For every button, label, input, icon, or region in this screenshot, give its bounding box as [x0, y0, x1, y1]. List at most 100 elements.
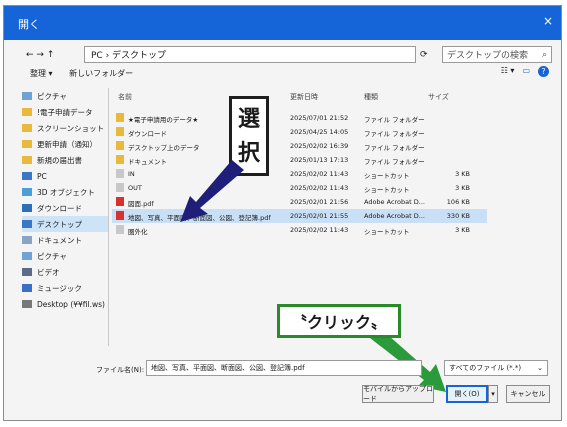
address-path: PC › デスクトップ: [91, 51, 167, 61]
nav-item[interactable]: ダウンロード: [22, 200, 108, 216]
column-header-type[interactable]: 種類: [364, 92, 378, 102]
column-header-size[interactable]: サイズ: [428, 92, 449, 102]
open-button[interactable]: 開く(O): [446, 385, 488, 403]
view-options-icon[interactable]: ☷ ▾: [501, 66, 515, 77]
forward-icon[interactable]: →: [36, 50, 44, 60]
shortcut-icon: [116, 225, 124, 234]
file-size: 106 KB: [446, 198, 470, 206]
documents-icon: [22, 236, 32, 244]
upload-from-mobile-button[interactable]: モバイルからアップロード: [362, 385, 434, 403]
click-annotation-text: 〝クリック〟: [290, 313, 387, 332]
file-row[interactable]: 地図、写真、平面図、断面図、公図、登記簿.pdf 2025/02/01 21:55…: [112, 209, 487, 223]
shortcut-icon: [116, 183, 124, 192]
file-type: ショートカット: [364, 186, 410, 194]
file-date: 2025/01/13 17:13: [290, 156, 349, 164]
file-row[interactable]: IN 2025/02/02 11:43 ショートカット 3 KB: [112, 167, 487, 181]
nav-item-label: 3D オブジェクト: [37, 187, 95, 197]
file-date: 2025/02/01 21:56: [290, 198, 349, 206]
3d-objects-icon: [22, 188, 32, 196]
file-row[interactable]: ダウンロード 2025/04/25 14:05 ファイル フォルダー: [112, 125, 487, 139]
video-icon: [22, 268, 32, 276]
nav-item[interactable]: デスクトップ: [22, 216, 108, 232]
nav-item-label: ダウンロード: [37, 203, 82, 213]
file-type-select[interactable]: すべてのファイル (*.*) ⌄: [444, 360, 548, 376]
nav-item-label: ミュージック: [37, 283, 82, 293]
file-type: ファイル フォルダー: [364, 144, 425, 152]
search-input[interactable]: デスクトップの検索 ⌕: [442, 46, 552, 63]
file-type: Adobe Acrobat D...: [364, 212, 425, 220]
file-type: ショートカット: [364, 172, 410, 180]
file-name: 図面.pdf: [128, 200, 154, 208]
pc-icon: [22, 172, 32, 180]
file-list: ★電子申請用のデータ★ 2025/07/01 21:52 ファイル フォルダー ダウン…: [112, 111, 487, 237]
navigation-pane: ピクチャ !電子申請データスクリーンショット 更新申請（通知） 新規の届出書 PC 3D …: [22, 88, 108, 312]
nav-item[interactable]: 3D オブジェクト: [22, 184, 108, 200]
new-folder-button[interactable]: 新しいフォルダー: [69, 69, 133, 78]
nav-item[interactable]: !電子申請データ: [22, 104, 108, 120]
up-icon[interactable]: ↑: [47, 50, 55, 60]
search-icon: ⌕: [541, 49, 547, 60]
file-type-value: すべてのファイル (*.*): [449, 364, 522, 372]
folder-icon: [116, 141, 124, 150]
open-button-label: 開く(O): [454, 390, 480, 398]
help-icon[interactable]: ?: [538, 66, 549, 77]
file-row[interactable]: 圏外化 2025/02/02 11:43 ショートカット 3 KB: [112, 223, 487, 237]
cancel-button[interactable]: キャンセル: [506, 385, 550, 403]
nav-item-label: ドキュメント: [37, 235, 82, 245]
search-placeholder: デスクトップの検索: [447, 51, 529, 61]
file-row[interactable]: 図面.pdf 2025/02/01 21:56 Adobe Acrobat D...…: [112, 195, 487, 209]
file-name: OUT: [128, 184, 142, 192]
folder-icon: [116, 155, 124, 164]
file-row[interactable]: ドキュメント 2025/01/13 17:13 ファイル フォルダー: [112, 153, 487, 167]
file-size: 330 KB: [446, 212, 470, 220]
nav-item[interactable]: Desktop (¥¥fil.ws): [22, 296, 108, 312]
file-row[interactable]: ★電子申請用のデータ★ 2025/07/01 21:52 ファイル フォルダー: [112, 111, 487, 125]
file-date: 2025/04/25 14:05: [290, 128, 349, 136]
column-header-name[interactable]: 名前: [118, 92, 132, 102]
folder-icon: [22, 156, 32, 164]
file-row[interactable]: OUT 2025/02/02 11:43 ショートカット 3 KB: [112, 181, 487, 195]
filename-input[interactable]: 地図、写真、平面図、断面図、公図、登記簿.pdf: [146, 360, 422, 376]
filename-label: ファイル名(N):: [96, 366, 145, 374]
nav-item-label: 新規の届出書: [37, 155, 82, 165]
refresh-icon[interactable]: ⟳: [420, 46, 438, 63]
nav-item[interactable]: 新規の届出書: [22, 152, 108, 168]
file-date: 2025/07/01 21:52: [290, 114, 349, 122]
folder-icon: [116, 113, 124, 122]
nav-item-label: Desktop (¥¥fil.ws): [37, 299, 105, 309]
nav-item[interactable]: ミュージック: [22, 280, 108, 296]
back-icon[interactable]: ←: [26, 50, 34, 60]
nav-item[interactable]: ドキュメント: [22, 232, 108, 248]
file-type: ファイル フォルダー: [364, 116, 425, 124]
file-size: 3 KB: [455, 226, 470, 234]
folder-icon: [116, 127, 124, 136]
nav-item[interactable]: ピクチャ: [22, 248, 108, 264]
pane-divider: [108, 88, 109, 346]
nav-item[interactable]: ビデオ: [22, 264, 108, 280]
nav-item[interactable]: 更新申請（通知）: [22, 136, 108, 152]
column-header-date[interactable]: 更新日時: [290, 92, 318, 102]
file-date: 2025/02/02 16:39: [290, 142, 349, 150]
address-bar[interactable]: PC › デスクトップ: [84, 46, 416, 63]
command-bar: 整理 ▾ 新しいフォルダー: [30, 68, 133, 79]
nav-arrows: ← → ↑: [26, 46, 54, 63]
file-size: 3 KB: [455, 184, 470, 192]
select-annotation-text: 選択: [238, 107, 261, 166]
nav-item[interactable]: ピクチャ: [22, 88, 108, 104]
file-name: 地図、写真、平面図、断面図、公図、登記簿.pdf: [128, 214, 271, 222]
network-drive-icon: [22, 300, 32, 308]
window-title: 開く: [18, 18, 40, 31]
close-icon[interactable]: ×: [543, 14, 553, 28]
file-type: Adobe Acrobat D...: [364, 198, 425, 206]
file-type: ショートカット: [364, 228, 410, 236]
preview-pane-icon[interactable]: ▭: [522, 66, 530, 77]
nav-item[interactable]: PC: [22, 168, 108, 184]
file-type: ファイル フォルダー: [364, 130, 425, 138]
file-row[interactable]: デスクトップ上のデータ 2025/02/02 16:39 ファイル フォルダー: [112, 139, 487, 153]
organize-button[interactable]: 整理 ▾: [30, 69, 53, 78]
nav-item-label: !電子申請データ: [37, 107, 93, 117]
nav-item-label: ピクチャ: [37, 91, 67, 101]
title-bar: 開く ×: [4, 6, 561, 40]
nav-item[interactable]: スクリーンショット: [22, 120, 108, 136]
open-dropdown-button[interactable]: ▾: [488, 385, 498, 403]
